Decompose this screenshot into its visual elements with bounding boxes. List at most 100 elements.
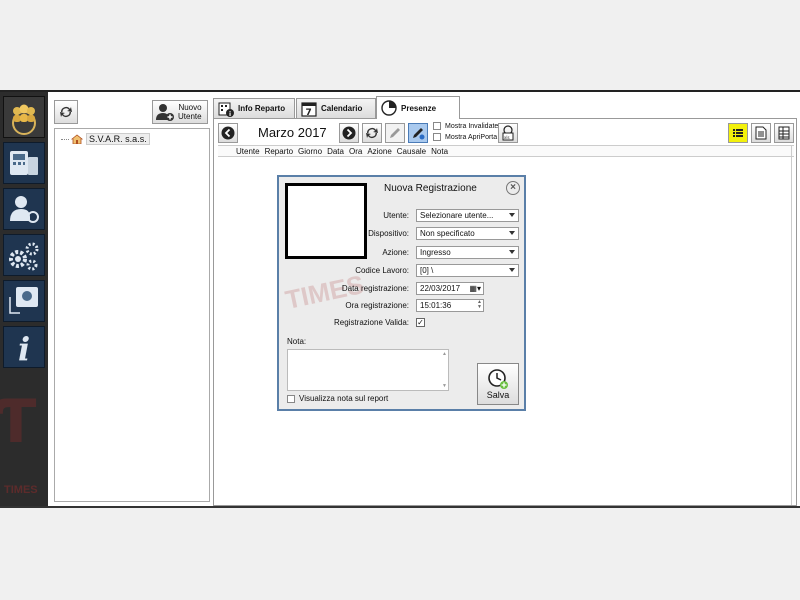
device-select[interactable]: Non specificato (416, 227, 519, 240)
tab-presenze-label: Presenze (401, 103, 437, 113)
grid-doc-icon (778, 126, 790, 140)
svg-text:xls: xls (504, 135, 510, 140)
info-icon[interactable]: i (3, 326, 45, 368)
tab-calendario[interactable]: 7 Calendario (296, 98, 376, 118)
clock-pie-icon (381, 100, 397, 116)
presenze-toolbar: Marzo 2017 Mostra Invalidate Mostra Apri… (218, 122, 794, 144)
list-view-button[interactable] (728, 123, 748, 143)
note-textarea[interactable]: ▲ ▼ (287, 349, 449, 391)
show-open-door-box[interactable] (433, 133, 441, 141)
home-icon (71, 134, 83, 144)
column-header[interactable]: Causale (397, 147, 426, 156)
valid-label: Registrazione Valida: (333, 318, 409, 327)
table-border (791, 145, 792, 505)
export-xls-icon: xls (502, 125, 514, 141)
refresh-tree-button[interactable] (54, 100, 78, 124)
refresh-button[interactable] (362, 123, 382, 143)
department-tree: S.V.A.R. s.a.s. (54, 128, 210, 502)
chevron-down-icon (509, 250, 515, 254)
column-header[interactable]: Data (327, 147, 344, 156)
user-select-value: Selezionare utente... (420, 211, 494, 220)
users-group-icon[interactable] (3, 96, 45, 138)
show-invalid-box[interactable] (433, 122, 441, 130)
nav-sidebar: Ƭ TIMES i (0, 92, 48, 506)
valid-checkbox[interactable]: ✓ (416, 318, 425, 327)
show-invalid-label: Mostra Invalidate (445, 122, 499, 130)
time-value: 15:01:36 (420, 301, 452, 310)
tab-bar: i Info Reparto 7 Calendario Presenze (213, 96, 797, 119)
list-icon (733, 129, 743, 137)
new-user-label: Nuovo Utente (178, 103, 202, 121)
work-code-select[interactable]: [0] \ (416, 264, 519, 277)
tab-info-reparto[interactable]: i Info Reparto (213, 98, 295, 118)
grid-view-button[interactable] (774, 123, 794, 143)
save-button-label: Salva (486, 390, 510, 400)
chevron-down-icon (509, 231, 515, 235)
device-select-value: Non specificato (420, 229, 475, 238)
time-label: Ora registrazione: (345, 301, 409, 310)
prev-month-button[interactable] (218, 123, 238, 143)
new-registration-dialog: TIMES Nuova Registrazione × Utente: Sele… (277, 175, 526, 411)
info-building-icon: i (218, 101, 234, 117)
tab-info-reparto-label: Info Reparto (238, 104, 286, 113)
column-header[interactable]: Reparto (265, 147, 293, 156)
new-user-label-line2: Utente (178, 112, 202, 121)
clock-add-icon (488, 369, 508, 389)
timestar-watermark-text: TIMES (4, 484, 38, 496)
action-select[interactable]: Ingresso (416, 246, 519, 259)
new-user-button[interactable]: Nuovo Utente (152, 100, 208, 124)
support-headset-icon[interactable] (3, 280, 45, 322)
tree-item-root[interactable]: S.V.A.R. s.a.s. (61, 133, 150, 145)
scroll-down-icon[interactable]: ▼ (442, 383, 447, 389)
device-label: Dispositivo: (368, 229, 409, 238)
column-header[interactable]: Utente (236, 147, 260, 156)
terminal-device-icon[interactable] (3, 142, 45, 184)
chevron-down-icon (509, 268, 515, 272)
gears-icon[interactable] (3, 234, 45, 276)
user-select[interactable]: Selezionare utente... (416, 209, 519, 222)
show-open-door-checkbox[interactable]: Mostra ApriPorta (433, 133, 497, 141)
date-picker[interactable]: 22/03/2017 ▦▾ (416, 282, 484, 295)
export-xls-button[interactable]: xls (498, 123, 518, 143)
svg-text:i: i (18, 330, 30, 365)
tab-presenze[interactable]: Presenze (376, 96, 460, 119)
arrow-left-icon (221, 126, 235, 140)
time-spinner[interactable]: 15:01:36 ▲ ▼ (416, 299, 484, 312)
refresh-icon (60, 107, 72, 117)
work-code-label: Codice Lavoro: (355, 266, 409, 275)
pencil-icon (390, 128, 400, 138)
tree-panel: Nuovo Utente S.V.A.R. s.a.s. (54, 98, 210, 504)
calendar-icon: 7 (301, 101, 317, 117)
column-header[interactable]: Azione (367, 147, 391, 156)
column-header[interactable]: Ora (349, 147, 362, 156)
close-icon[interactable]: × (506, 181, 520, 195)
show-invalid-checkbox[interactable]: Mostra Invalidate (433, 122, 498, 130)
spinner-arrows-icon[interactable]: ▲ ▼ (477, 300, 482, 310)
work-code-select-value: [0] \ (420, 266, 434, 275)
arrow-right-icon (342, 126, 356, 140)
chevron-down-icon (509, 213, 515, 217)
save-button[interactable]: Salva (477, 363, 519, 405)
column-header[interactable]: Giorno (298, 147, 322, 156)
next-month-button[interactable] (339, 123, 359, 143)
records-table-header: Utente Reparto Giorno Data Ora Azione Ca… (218, 145, 794, 157)
new-record-button[interactable] (408, 123, 428, 143)
dialog-title: Nuova Registrazione (384, 183, 477, 194)
note-label: Nota: (287, 337, 307, 346)
show-note-label: Visualizza nota sul report (299, 394, 389, 403)
document-icon (755, 126, 767, 140)
user-key-icon[interactable] (3, 188, 45, 230)
show-note-checkbox[interactable]: Visualizza nota sul report (287, 394, 388, 403)
scroll-up-icon[interactable]: ▲ (442, 351, 447, 357)
document-view-button[interactable] (751, 123, 771, 143)
date-value: 22/03/2017 (420, 284, 461, 293)
add-user-icon (156, 104, 174, 121)
tree-item-label: S.V.A.R. s.a.s. (86, 133, 150, 145)
column-header[interactable]: Nota (431, 147, 448, 156)
show-open-door-label: Mostra ApriPorta (445, 133, 498, 141)
show-note-box[interactable] (287, 394, 295, 403)
calendar-dropdown-icon[interactable]: ▦▾ (469, 283, 481, 294)
date-label: Data registrazione: (341, 284, 409, 293)
svg-text:i: i (229, 111, 231, 117)
edit-button[interactable] (385, 123, 405, 143)
